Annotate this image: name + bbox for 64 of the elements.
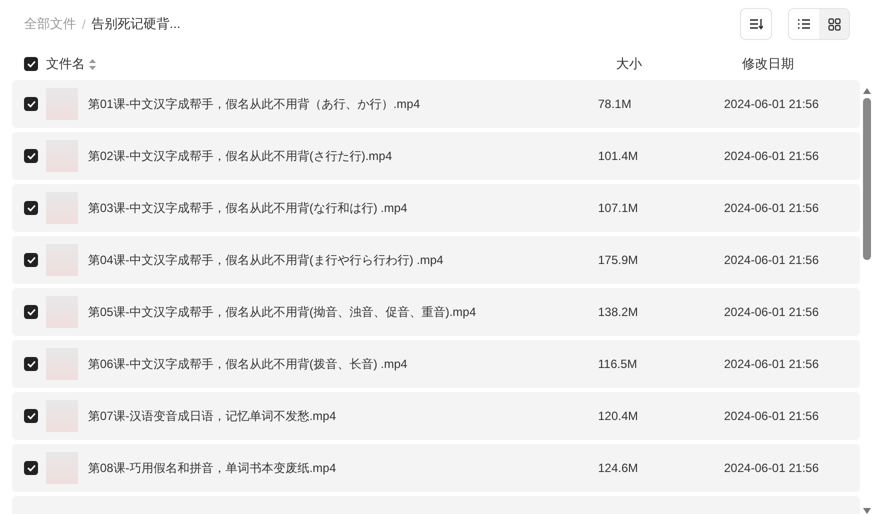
- scrollbar-thumb[interactable]: [863, 98, 871, 260]
- file-size: 107.1M: [598, 201, 640, 215]
- file-name: 第06课-中文汉字成帮手，假名从此不用背(拨音、长音) .mp4: [88, 356, 408, 372]
- breadcrumb-separator: /: [82, 16, 86, 32]
- row-checkbox[interactable]: [24, 201, 38, 215]
- check-icon: [26, 204, 36, 212]
- row-checkbox[interactable]: [24, 149, 38, 163]
- breadcrumb-item: 告别死记硬背...: [92, 15, 180, 33]
- row-checkbox[interactable]: [24, 461, 38, 475]
- row-checkbox[interactable]: [24, 305, 38, 319]
- check-icon: [26, 256, 36, 264]
- row-checkbox[interactable]: [24, 253, 38, 267]
- check-icon: [26, 100, 36, 108]
- modified-date: 2024-06-01 21:56: [724, 97, 819, 111]
- scroll-down-icon[interactable]: [863, 508, 871, 514]
- list-icon: [797, 18, 811, 30]
- sort-icon: [749, 18, 763, 30]
- check-icon: [26, 60, 36, 68]
- file-name: 第04课-中文汉字成帮手，假名从此不用背(ま行や行ら行わ行) .mp4: [88, 252, 444, 268]
- row-checkbox[interactable]: [24, 97, 38, 111]
- file-row[interactable]: 第08课-巧用假名和拼音，单词书本变废纸.mp4 124.6M 2024-06-01 21:56: [12, 444, 860, 492]
- file-row[interactable]: 第06课-中文汉字成帮手，假名从此不用背(拨音、长音) .mp4 116.5M 2024-06-01 21:56: [12, 340, 860, 388]
- file-name: 第08课-巧用假名和拼音，单词书本变废纸.mp4: [88, 460, 338, 476]
- check-icon: [26, 360, 36, 368]
- modified-date: 2024-06-01 21:56: [724, 357, 819, 371]
- file-name: 第05课-中文汉字成帮手，假名从此不用背(拗音、浊音、促音、重音).mp4: [88, 304, 478, 320]
- file-size: 116.5M: [598, 357, 638, 371]
- check-icon: [26, 464, 36, 472]
- file-size: 120.4M: [598, 409, 640, 423]
- file-size: 124.6M: [598, 461, 640, 475]
- file-name: 第07课-汉语变音成日语，记忆单词不发愁.mp4: [88, 408, 338, 424]
- select-all-checkbox[interactable]: [24, 57, 38, 71]
- grid-icon: [828, 18, 840, 30]
- file-size: 78.1M: [598, 97, 632, 111]
- column-header[interactable]: 大小: [616, 55, 736, 73]
- scroll-up-icon[interactable]: [863, 88, 871, 94]
- check-icon: [26, 412, 36, 420]
- sort-button[interactable]: [740, 8, 772, 40]
- file-name: 第01课-中文汉字成帮手，假名从此不用背（あ行、か行）.mp4: [88, 96, 422, 112]
- modified-date: 2024-06-01 21:56: [724, 253, 819, 267]
- check-icon: [26, 308, 36, 316]
- row-checkbox[interactable]: [24, 409, 38, 423]
- file-row[interactable]: 第05课-中文汉字成帮手，假名从此不用背(拗音、浊音、促音、重音).mp4 138.2M 2024-06-01 21:56: [12, 288, 860, 336]
- file-size: 138.2M: [598, 305, 640, 319]
- file-size: 101.4M: [598, 149, 640, 163]
- check-icon: [26, 152, 36, 160]
- file-name: 第02课-中文汉字成帮手，假名从此不用背(さ行た行).mp4: [88, 148, 394, 164]
- sort-arrows-icon[interactable]: [89, 58, 96, 70]
- file-row[interactable]: 第07课-汉语变音成日语，记忆单词不发愁.mp4 120.4M 2024-06-01 21:56: [12, 392, 860, 440]
- row-checkbox[interactable]: [24, 357, 38, 371]
- file-size: 175.9M: [598, 253, 640, 267]
- file-row[interactable]: 第01课-中文汉字成帮手，假名从此不用背（あ行、か行）.mp4 78.1M 2024-06-01 21:56: [12, 80, 860, 128]
- column-header[interactable]: 文件名: [46, 55, 85, 73]
- file-row[interactable]: 第03课-中文汉字成帮手，假名从此不用背(な行和は行) .mp4 107.1M 2024-06-01 21:56: [12, 184, 860, 232]
- file-row[interactable]: 第02课-中文汉字成帮手，假名从此不用背(さ行た行).mp4 101.4M 2024-06-01 21:56: [12, 132, 860, 180]
- modified-date: 2024-06-01 21:56: [724, 201, 819, 215]
- column-header[interactable]: 修改日期: [742, 55, 842, 73]
- modified-date: 2024-06-01 21:56: [724, 149, 819, 163]
- modified-date: 2024-06-01 21:56: [724, 461, 819, 475]
- modified-date: 2024-06-01 21:56: [724, 305, 819, 319]
- file-row[interactable]: 第04课-中文汉字成帮手，假名从此不用背(ま行や行ら行わ行) .mp4 175.9M 2024-06-01 21:56: [12, 236, 860, 284]
- file-name: 第03课-中文汉字成帮手，假名从此不用背(な行和は行) .mp4: [88, 200, 408, 216]
- grid-view-button[interactable]: [819, 9, 849, 39]
- modified-date: 2024-06-01 21:56: [724, 409, 819, 423]
